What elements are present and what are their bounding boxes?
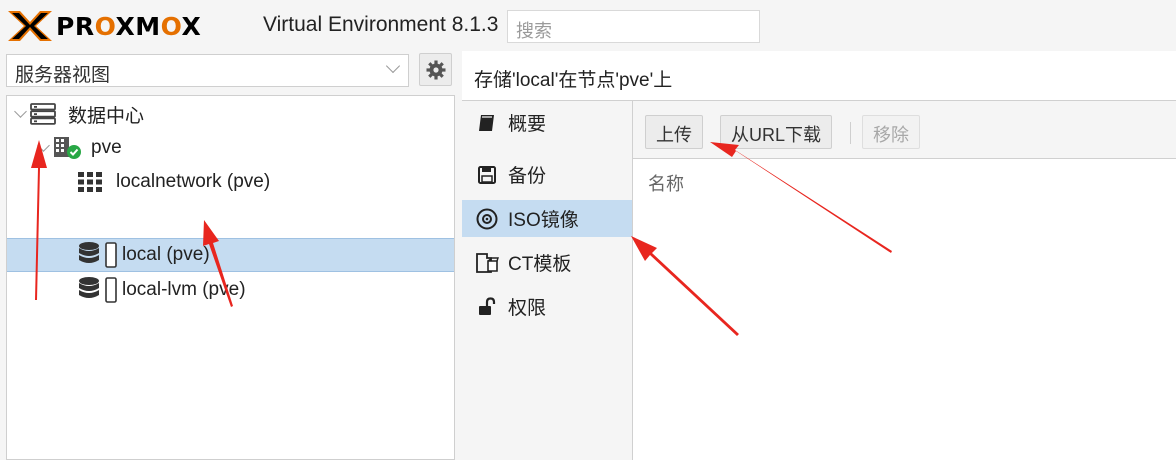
gear-icon — [426, 60, 445, 79]
search-input[interactable]: 搜索 — [507, 10, 760, 43]
tree-node-local-lvm[interactable]: local-lvm (pve) — [7, 273, 454, 307]
logo-wordmark: PROXMOX — [56, 11, 202, 41]
resource-tree: 数据中心 pve localnetwork (pve) local (pve) … — [6, 95, 455, 460]
product-version: Virtual Environment 8.1.3 — [263, 13, 499, 36]
nav-item-ct-templates[interactable]: CT模板 — [462, 244, 632, 281]
datacenter-icon — [30, 103, 56, 125]
nav-item-label: 权限 — [508, 298, 547, 319]
network-grid-icon — [78, 172, 102, 192]
book-icon — [475, 111, 499, 135]
grid-column-name[interactable]: 名称 — [633, 159, 1176, 205]
tree-node-label: 数据中心 — [68, 105, 145, 127]
download-url-button[interactable]: 从URL下载 — [720, 115, 833, 149]
chevron-down-icon[interactable] — [37, 139, 50, 152]
chevron-down-icon[interactable] — [14, 105, 27, 118]
nav-item-label: ISO镜像 — [508, 210, 579, 231]
tree-node-datacenter[interactable]: 数据中心 — [7, 97, 454, 131]
tree-node-local[interactable]: local (pve) — [7, 238, 454, 272]
tree-node-label: pve — [91, 137, 122, 158]
storage-icon — [78, 276, 118, 304]
disc-icon — [475, 207, 499, 231]
upload-button[interactable]: 上传 — [645, 115, 703, 149]
tree-node-label: local-lvm (pve) — [122, 279, 246, 300]
nav-item-iso-images[interactable]: ISO镜像 — [462, 200, 632, 237]
storage-toolbar: 上传 从URL下载 移除 — [633, 101, 1176, 159]
tree-node-label: local (pve) — [122, 244, 210, 265]
floppy-icon — [475, 163, 499, 187]
view-select[interactable]: 服务器视图 — [6, 54, 409, 87]
nav-item-summary[interactable]: 概要 — [462, 104, 632, 141]
proxmox-x-icon — [8, 11, 52, 41]
page-title: 存储'local'在节点'pve'上 — [462, 51, 1176, 101]
top-header: PROXMOX Virtual Environment 8.1.3 搜索 — [0, 0, 1176, 51]
proxmox-logo[interactable]: PROXMOX — [6, 6, 201, 46]
unlock-icon — [475, 295, 499, 319]
storage-icon — [78, 241, 118, 269]
view-select-value: 服务器视图 — [15, 65, 111, 86]
tree-node-label: localnetwork (pve) — [116, 171, 271, 192]
tree-node-pve[interactable]: pve — [7, 131, 454, 165]
nav-item-permissions[interactable]: 权限 — [462, 288, 632, 325]
nav-item-label: 备份 — [508, 166, 547, 187]
remove-button[interactable]: 移除 — [862, 115, 920, 149]
template-icon — [475, 251, 499, 275]
toolbar-separator — [850, 122, 851, 144]
nav-item-label: CT模板 — [508, 254, 572, 275]
tree-node-localnetwork[interactable]: localnetwork (pve) — [7, 165, 454, 199]
node-online-icon — [53, 135, 83, 161]
chevron-down-icon — [385, 58, 401, 74]
nav-item-backup[interactable]: 备份 — [462, 156, 632, 193]
resource-tree-panel: 服务器视图 数据中心 pve localnetwork (pve) local … — [0, 51, 462, 460]
gear-button[interactable] — [419, 53, 452, 86]
nav-item-label: 概要 — [508, 114, 547, 135]
